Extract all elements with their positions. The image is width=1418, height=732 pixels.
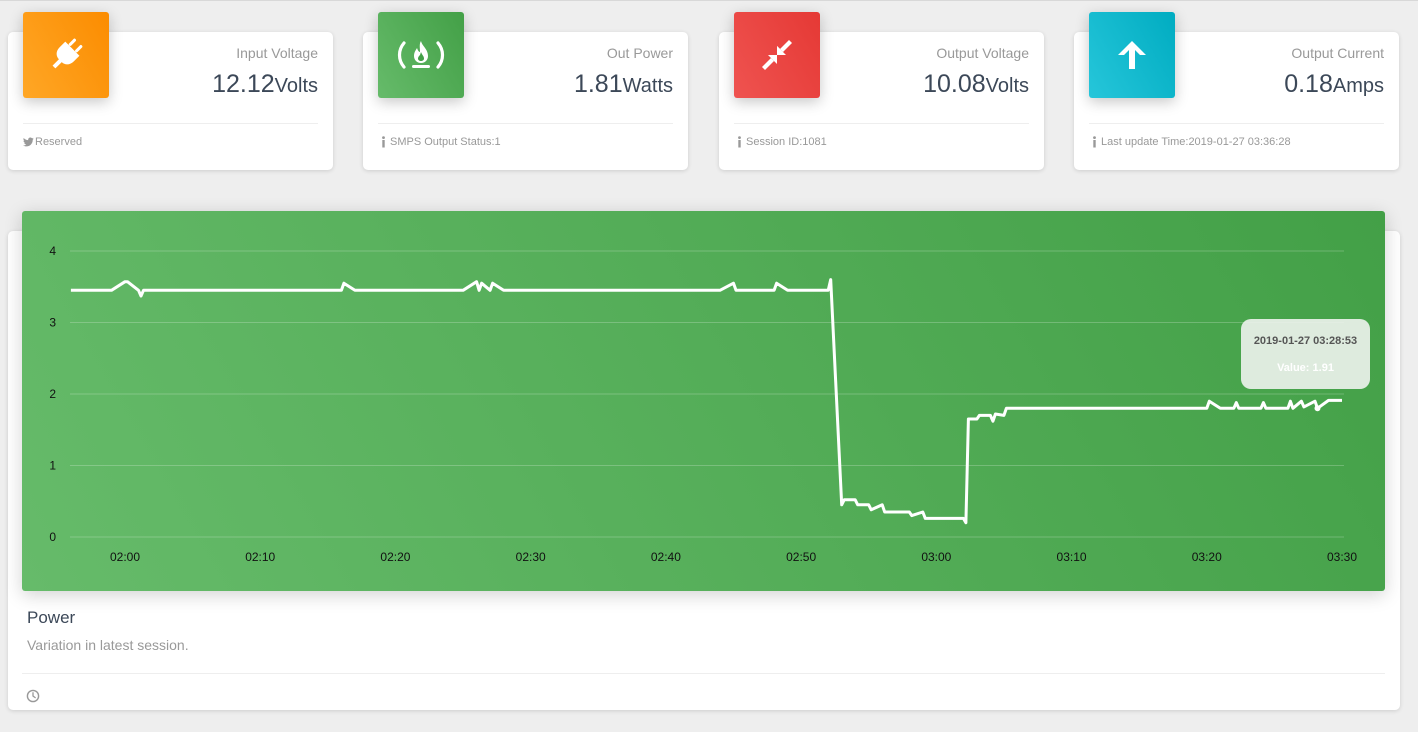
input-voltage-title: Input Voltage xyxy=(236,45,318,61)
out-power-unit: Watts xyxy=(622,75,673,97)
plug-icon xyxy=(52,38,83,69)
card-divider xyxy=(734,123,1029,124)
info-icon xyxy=(1093,136,1096,148)
x-tick-label: 02:40 xyxy=(651,550,681,564)
compress-icon xyxy=(762,40,792,70)
fire-icon xyxy=(397,41,445,69)
chart-card-title: Power xyxy=(27,608,76,627)
out-power-title: Out Power xyxy=(606,45,673,61)
out-power-card: Out Power 1.81Watts SMPS Output Status:1 xyxy=(363,12,688,170)
output-voltage-number: 10.08 xyxy=(923,70,986,98)
power-series-line xyxy=(70,278,1342,525)
x-tick-label: 02:10 xyxy=(245,550,275,564)
input-voltage-value: 12.12Volts xyxy=(212,70,318,99)
output-voltage-unit: Volts xyxy=(985,75,1029,97)
output-voltage-footer: Session ID:1081 xyxy=(734,136,827,148)
output-voltage-card: Output Voltage 10.08Volts Session ID:108… xyxy=(719,12,1044,170)
arrow-up-icon xyxy=(1118,41,1146,69)
input-voltage-number: 12.12 xyxy=(212,70,275,98)
tooltip-date: 2019-01-27 03:28:53 xyxy=(1253,335,1358,347)
hover-point[interactable] xyxy=(1314,405,1321,412)
out-power-icon-box xyxy=(378,12,464,98)
out-power-number: 1.81 xyxy=(573,70,623,98)
card-divider xyxy=(1089,123,1384,124)
y-tick-label: 0 xyxy=(49,530,56,544)
twitter-icon xyxy=(23,137,34,147)
output-voltage-icon-box xyxy=(734,12,820,98)
x-tick-label: 03:00 xyxy=(921,550,951,564)
out-power-footer: SMPS Output Status:1 xyxy=(378,136,501,148)
output-voltage-value: 10.08Volts xyxy=(923,70,1029,99)
out-power-footer-text: SMPS Output Status:1 xyxy=(390,136,501,148)
y-tick-label: 1 xyxy=(49,459,56,473)
output-current-footer: Last update Time:2019-01-27 03:36:28 xyxy=(1089,136,1291,148)
y-tick-label: 2 xyxy=(49,387,56,401)
card-divider xyxy=(22,673,1385,674)
out-power-value: 1.81Watts xyxy=(574,70,673,99)
output-current-title: Output Current xyxy=(1291,45,1384,61)
y-tick-label: 4 xyxy=(49,244,56,258)
output-current-icon-box xyxy=(1089,12,1175,98)
input-voltage-icon-box xyxy=(23,12,109,98)
output-current-value: 0.18Amps xyxy=(1284,70,1384,99)
x-tick-label: 03:20 xyxy=(1192,550,1222,564)
output-voltage-footer-text: Session ID:1081 xyxy=(746,136,827,148)
power-chart[interactable]: 0 1 2 3 4 02:00 02:10 02:20 02:30 02:40 02:50 03:00… xyxy=(22,211,1385,591)
input-voltage-footer-text: Reserved xyxy=(35,136,83,148)
info-icon xyxy=(382,136,385,148)
output-voltage-title: Output Voltage xyxy=(936,45,1029,61)
output-current-card: Output Current 0.18Amps Last update Time… xyxy=(1074,12,1399,170)
x-tick-label: 02:20 xyxy=(380,550,410,564)
chart-card-subtitle: Variation in latest session. xyxy=(27,637,189,653)
power-chart-svg[interactable]: 0 1 2 3 4 02:00 02:10 02:20 02:30 02:40 02:50 03:00… xyxy=(22,211,1385,591)
x-tick-label: 03:30 xyxy=(1327,550,1357,564)
y-tick-label: 3 xyxy=(49,316,56,330)
card-divider xyxy=(378,123,673,124)
input-voltage-unit: Volts xyxy=(274,75,318,97)
chart-tooltip: 2019-01-27 03:28:53 Value: 1.91 xyxy=(1241,319,1370,389)
x-tick-label: 02:00 xyxy=(110,550,140,564)
card-divider xyxy=(23,123,318,124)
top-border xyxy=(0,0,1418,1)
output-current-unit: Amps xyxy=(1332,75,1384,97)
x-tick-label: 02:50 xyxy=(786,550,816,564)
output-current-footer-text: Last update Time:2019-01-27 03:36:28 xyxy=(1101,136,1291,148)
input-voltage-footer: Reserved xyxy=(23,136,82,148)
input-voltage-card: Input Voltage 12.12Volts Reserved xyxy=(8,12,333,170)
x-tick-label: 03:10 xyxy=(1057,550,1087,564)
clock-icon xyxy=(26,689,40,703)
x-tick-label: 02:30 xyxy=(516,550,546,564)
output-current-number: 0.18 xyxy=(1284,70,1333,98)
tooltip-value: Value: 1.91 xyxy=(1277,362,1334,374)
info-icon xyxy=(738,136,741,148)
